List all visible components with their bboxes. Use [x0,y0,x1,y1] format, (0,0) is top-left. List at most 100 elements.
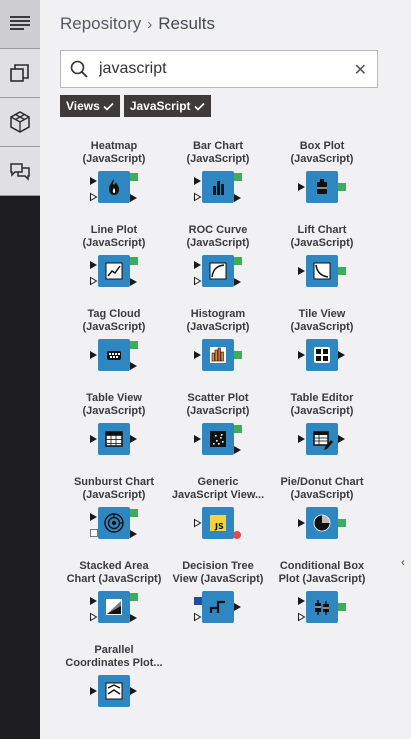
bar-chart-icon[interactable] [185,171,251,209]
node-name: Scatter Plot (JavaScript) [164,392,272,419]
node-name-line1: Sunburst Chart [73,476,155,488]
collapse-panel-icon[interactable]: ‹ [401,555,411,575]
node-name: Decision Tree View (JavaScript) [164,560,272,587]
box-plot-icon[interactable] [289,171,355,209]
node-name: Stacked Area Chart (JavaScript) [60,560,168,587]
node-name: Pie/Donut Chart (JavaScript) [268,476,376,503]
node-name-line1: Tag Cloud [87,308,141,320]
lift-chart-icon[interactable] [289,255,355,293]
node-name-line2: (JavaScript) [82,321,146,333]
node-item[interactable]: Tile View (JavaScript) [268,308,376,377]
node-name: Line Plot (JavaScript) [60,224,168,251]
stacked-area-chart-icon[interactable] [81,591,147,629]
filter-chip-views[interactable]: Views [60,95,120,117]
svg-text:JS: JS [214,522,224,531]
filter-chip-javascript[interactable]: JavaScript [123,95,211,117]
node-name-line1: Table Editor [290,392,354,404]
node-name: ROC Curve (JavaScript) [164,224,272,251]
node-name-line1: Line Plot [90,224,138,236]
roc-curve-icon[interactable] [185,255,251,293]
breadcrumb-root[interactable]: Repository [60,14,141,34]
node-item[interactable]: Pie/Donut Chart (JavaScript) [268,476,376,545]
sidebar-rail [0,0,40,739]
table-view-icon[interactable] [81,423,147,461]
node-item[interactable]: Tag Cloud (JavaScript) [60,308,168,377]
line-plot-icon[interactable] [81,255,147,293]
pie-donut-chart-icon[interactable] [289,507,355,545]
node-item[interactable]: Stacked Area Chart (JavaScript) [60,560,168,629]
decision-tree-view-icon[interactable] [185,591,251,629]
node-name: Histogram (JavaScript) [164,308,272,335]
generic-js-view-icon[interactable]: JS [185,507,251,545]
node-name: Lift Chart (JavaScript) [268,224,376,251]
heatmap-icon[interactable] [81,171,147,209]
node-item[interactable]: Line Plot (JavaScript) [60,224,168,293]
hub-tab[interactable] [0,147,40,195]
conditional-box-plot-icon[interactable] [289,591,355,629]
results-panel: Repository › Results ✕ Views JavaScript … [40,0,411,739]
node-name-line2: Coordinates Plot... [65,657,163,669]
node-item[interactable]: Scatter Plot (JavaScript) [164,392,272,461]
node-name-line2: (JavaScript) [82,489,146,501]
node-item[interactable]: Generic JavaScript View... JS [164,476,272,545]
node-name-line1: Conditional Box [279,560,365,572]
node-name: Sunburst Chart (JavaScript) [60,476,168,503]
node-name-line2: View (JavaScript) [172,573,264,585]
node-item[interactable]: Box Plot (JavaScript) [268,140,376,209]
node-name-line2: (JavaScript) [290,237,354,249]
breadcrumb-current: Results [158,14,215,33]
table-editor-icon[interactable] [289,423,355,461]
node-name-line1: Table View [86,392,142,404]
parallel-coordinates-plot-icon[interactable] [81,675,147,713]
breadcrumb: Repository › Results [60,14,215,34]
node-name: Heatmap (JavaScript) [60,140,168,167]
histogram-icon[interactable] [185,339,251,377]
clear-search-icon[interactable]: ✕ [354,60,367,80]
node-name-line1: Generic [197,476,239,488]
sunburst-chart-icon[interactable] [81,507,147,545]
node-repository-tab[interactable] [0,49,40,97]
node-name-line2: (JavaScript) [186,405,250,417]
node-name-line2: (JavaScript) [290,321,354,333]
node-name-line2: (JavaScript) [82,405,146,417]
node-item[interactable]: Lift Chart (JavaScript) [268,224,376,293]
tag-cloud-icon[interactable] [81,339,147,377]
node-name-line2: Chart (JavaScript) [66,573,162,585]
tile-view-icon[interactable] [289,339,355,377]
node-name: Generic JavaScript View... [164,476,272,503]
node-name-line1: ROC Curve [188,224,248,236]
node-name-line1: Heatmap [90,140,138,152]
node-item[interactable]: ROC Curve (JavaScript) [164,224,272,293]
node-name-line1: Pie/Donut Chart [280,476,364,488]
node-name-line2: Plot (JavaScript) [278,573,366,585]
node-name-line2: (JavaScript) [82,237,146,249]
node-name-line2: (JavaScript) [82,153,146,165]
node-name-line1: Decision Tree [182,560,254,572]
node-item[interactable]: Bar Chart (JavaScript) [164,140,272,209]
node-repository-icon [10,64,29,82]
node-item[interactable]: Conditional Box Plot (JavaScript) [268,560,376,629]
node-name: Tag Cloud (JavaScript) [60,308,168,335]
node-name: Tile View (JavaScript) [268,308,376,335]
node-item[interactable]: Table View (JavaScript) [60,392,168,461]
rail-divider [0,195,40,196]
node-name: Table View (JavaScript) [60,392,168,419]
node-item[interactable]: Table Editor (JavaScript) [268,392,376,461]
workflow-explorer-tab[interactable] [0,98,40,146]
scatter-plot-icon[interactable] [185,423,251,461]
node-name-line1: Histogram [190,308,246,320]
node-item[interactable]: Decision Tree View (JavaScript) [164,560,272,629]
breadcrumb-separator: › [147,15,153,33]
filter-chip-label: JavaScript [129,99,191,113]
filter-chip-label: Views [66,99,100,113]
description-tab[interactable] [0,0,40,48]
node-name: Conditional Box Plot (JavaScript) [268,560,376,587]
node-item[interactable]: Heatmap (JavaScript) [60,140,168,209]
node-name: Parallel Coordinates Plot... [60,644,168,671]
node-item[interactable]: Parallel Coordinates Plot... [60,644,168,713]
node-item[interactable]: Histogram (JavaScript) [164,308,272,377]
search-input[interactable] [97,59,341,79]
node-name-line2: JavaScript View... [171,489,265,501]
node-item[interactable]: Sunburst Chart (JavaScript) [60,476,168,545]
search-icon [61,60,97,78]
